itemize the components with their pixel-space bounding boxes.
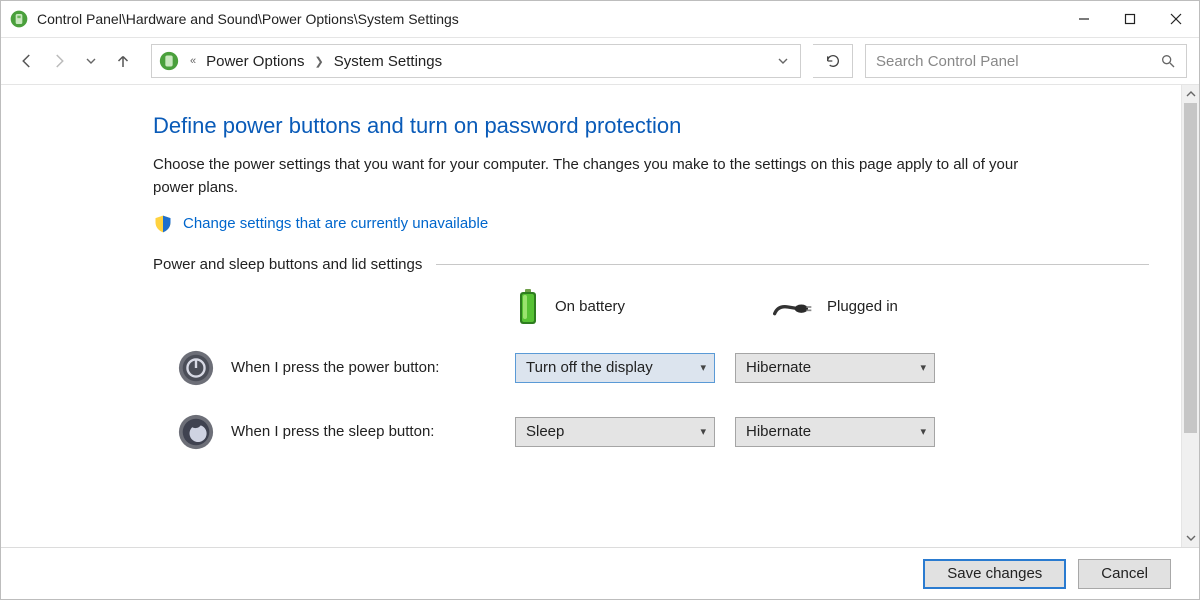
back-button[interactable] — [13, 47, 41, 75]
row-label: When I press the power button: — [231, 359, 515, 376]
scroll-up-button[interactable] — [1182, 85, 1199, 103]
sleep-button-plugged-dropdown[interactable]: Hibernate ▾ — [735, 417, 935, 447]
plug-icon — [773, 296, 813, 318]
search-placeholder: Search Control Panel — [876, 53, 1160, 70]
power-button-battery-dropdown[interactable]: Turn off the display ▾ — [515, 353, 715, 383]
change-unavailable-settings-link[interactable]: Change settings that are currently unava… — [183, 215, 488, 232]
uac-shield-icon — [153, 214, 173, 234]
column-header-battery: On battery — [515, 289, 725, 325]
navigation-toolbar: « Power Options ❯ System Settings Search… — [1, 37, 1199, 85]
up-button[interactable] — [109, 47, 137, 75]
title-bar: Control Panel\Hardware and Sound\Power O… — [1, 1, 1199, 37]
divider — [436, 264, 1149, 265]
dropdown-value: Hibernate — [746, 359, 811, 376]
battery-icon — [515, 289, 541, 325]
breadcrumb-item[interactable]: Power Options — [206, 53, 304, 70]
search-input[interactable]: Search Control Panel — [865, 44, 1187, 78]
row-label: When I press the sleep button: — [231, 423, 515, 440]
power-button-row: When I press the power button: Turn off … — [153, 349, 1149, 387]
control-panel-icon — [158, 50, 180, 72]
chevron-down-icon: ▾ — [700, 425, 706, 438]
vertical-scrollbar[interactable] — [1181, 85, 1199, 547]
chevron-right-icon: ❯ — [311, 55, 328, 68]
search-icon — [1160, 53, 1176, 69]
recent-locations-button[interactable] — [77, 47, 105, 75]
dropdown-value: Turn off the display — [526, 359, 653, 376]
scroll-thumb[interactable] — [1184, 103, 1197, 433]
column-label: On battery — [555, 298, 625, 315]
minimize-button[interactable] — [1061, 1, 1107, 37]
sleep-button-row: When I press the sleep button: Sleep ▾ H… — [153, 413, 1149, 451]
chevron-down-icon: ▾ — [920, 361, 926, 374]
power-button-plugged-dropdown[interactable]: Hibernate ▾ — [735, 353, 935, 383]
sleep-button-icon — [177, 413, 215, 451]
page-headline: Define power buttons and turn on passwor… — [153, 113, 1149, 139]
chevron-down-icon: ▾ — [700, 361, 706, 374]
scroll-track[interactable] — [1182, 103, 1199, 529]
breadcrumb-prefix: « — [186, 55, 200, 67]
content-area: Define power buttons and turn on passwor… — [1, 85, 1181, 547]
save-changes-button[interactable]: Save changes — [923, 559, 1066, 589]
footer: Save changes Cancel — [1, 547, 1199, 599]
column-header-plugged: Plugged in — [773, 289, 983, 325]
maximize-button[interactable] — [1107, 1, 1153, 37]
window-title: Control Panel\Hardware and Sound\Power O… — [37, 11, 459, 27]
breadcrumb-item[interactable]: System Settings — [334, 53, 442, 70]
page-description: Choose the power settings that you want … — [153, 153, 1023, 200]
dropdown-value: Hibernate — [746, 423, 811, 440]
chevron-down-icon: ▾ — [920, 425, 926, 438]
address-dropdown-button[interactable] — [772, 56, 794, 66]
refresh-button[interactable] — [813, 44, 853, 78]
forward-button[interactable] — [45, 47, 73, 75]
address-bar[interactable]: « Power Options ❯ System Settings — [151, 44, 801, 78]
scroll-down-button[interactable] — [1182, 529, 1199, 547]
column-label: Plugged in — [827, 298, 898, 315]
control-panel-icon — [9, 9, 29, 29]
dropdown-value: Sleep — [526, 423, 564, 440]
power-button-icon — [177, 349, 215, 387]
close-button[interactable] — [1153, 1, 1199, 37]
sleep-button-battery-dropdown[interactable]: Sleep ▾ — [515, 417, 715, 447]
section-title: Power and sleep buttons and lid settings — [153, 256, 422, 273]
cancel-button[interactable]: Cancel — [1078, 559, 1171, 589]
